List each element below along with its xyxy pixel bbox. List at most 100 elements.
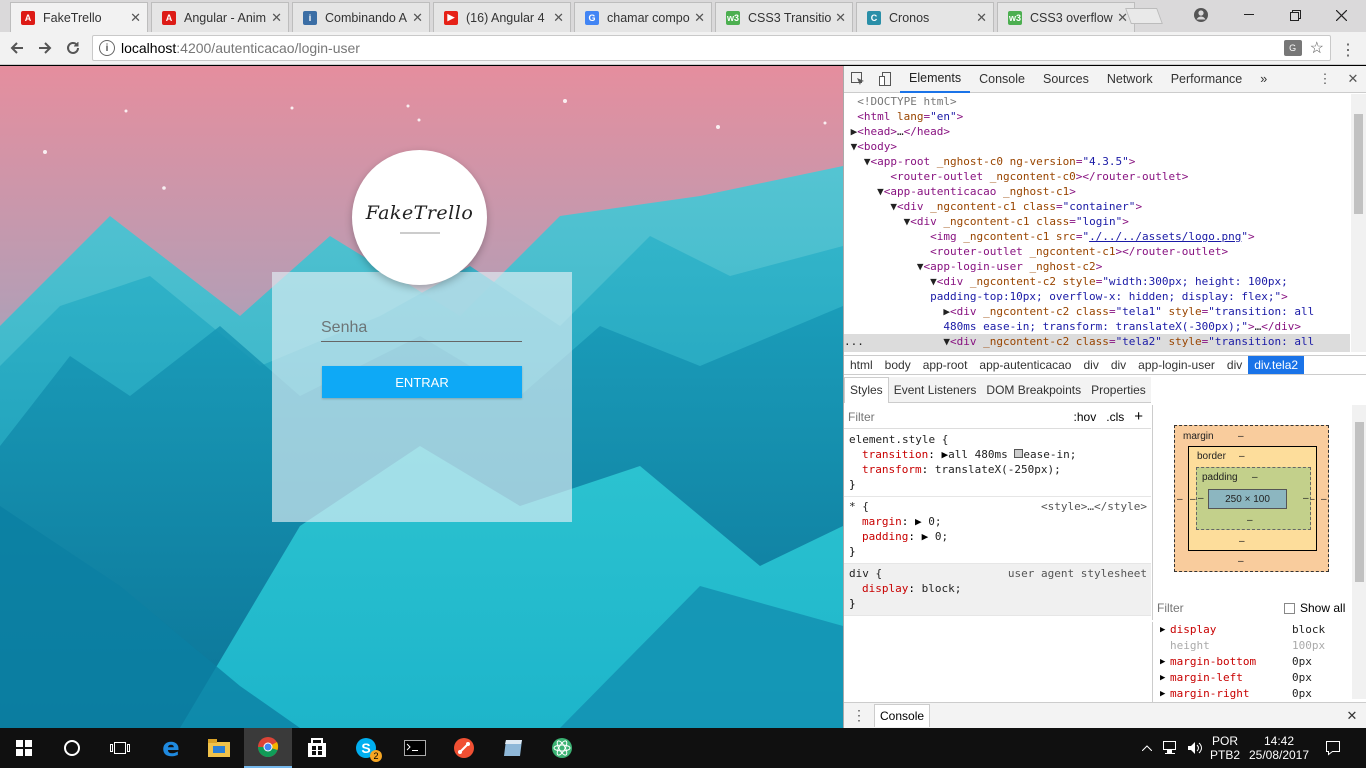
close-tab-icon[interactable]: ✕ <box>412 10 423 26</box>
prop-name[interactable]: padding <box>862 530 908 543</box>
file-explorer-icon[interactable] <box>195 728 243 768</box>
dom-node[interactable]: <router-outlet _ngcontent-c1></router-ou… <box>844 244 1350 259</box>
dom-node-selected[interactable]: 480ms ease-in; transform: translateX(-25… <box>844 349 1350 352</box>
expand-arrow-icon[interactable]: ▶ <box>915 515 922 528</box>
inspect-element-icon[interactable] <box>844 66 872 93</box>
windows-start-icon[interactable] <box>0 728 48 768</box>
breadcrumb-item[interactable]: div <box>1105 356 1132 374</box>
dom-tree[interactable]: <!DOCTYPE html> <html lang="en"> ▶<head>… <box>844 94 1350 352</box>
dom-node[interactable]: ▼<app-login-user _nghost-c2> <box>844 259 1350 274</box>
dom-node[interactable]: ▼<div _ngcontent-c1 class="container"> <box>844 199 1350 214</box>
browser-tab[interactable]: C Cronos ✕ <box>856 2 994 32</box>
prop-name[interactable]: transform <box>862 463 922 476</box>
tab-dom-breakpoints[interactable]: DOM Breakpoints <box>981 377 1086 403</box>
atom-icon[interactable] <box>538 728 586 768</box>
breadcrumb-item[interactable]: app-login-user <box>1132 356 1221 374</box>
volume-icon[interactable] <box>1184 728 1206 768</box>
forward-arrow-icon[interactable] <box>34 37 56 59</box>
prop-name[interactable]: margin <box>862 515 902 528</box>
devtools-tab-console[interactable]: Console <box>970 66 1034 93</box>
reload-icon[interactable] <box>62 37 84 59</box>
terminal-icon[interactable] <box>391 728 439 768</box>
dom-node[interactable]: ▶<div _ngcontent-c2 class="tela1" style=… <box>844 304 1350 319</box>
expand-arrow-icon[interactable]: ▶ <box>1160 670 1170 686</box>
address-bar[interactable]: i localhost:4200/autenticacao/login-user… <box>92 35 1331 61</box>
prop-value[interactable]: ease-in; <box>1023 448 1076 461</box>
clock[interactable]: 14:42 25/08/2017 <box>1246 728 1312 768</box>
dom-node[interactable]: ▶<head>…</head> <box>844 124 1350 139</box>
prop-name[interactable]: transition <box>862 448 928 461</box>
breadcrumb-item[interactable]: app-root <box>917 356 974 374</box>
close-drawer-icon[interactable]: ✕ <box>1337 708 1366 724</box>
hov-toggle[interactable]: :hov <box>1074 410 1097 424</box>
action-center-icon[interactable] <box>1318 728 1348 768</box>
computed-property-row[interactable]: ▶ margin-bottom 0px <box>1153 654 1352 670</box>
star-icon[interactable]: ☆ <box>1310 38 1324 58</box>
tab-event-listeners[interactable]: Event Listeners <box>889 377 982 403</box>
dom-node[interactable]: ▼<app-autenticacao _nghost-c1> <box>844 184 1350 199</box>
dom-node[interactable]: padding-top:10px; overflow-x: hidden; di… <box>844 289 1350 304</box>
git-icon[interactable] <box>440 728 488 768</box>
restore-icon[interactable] <box>1272 0 1318 30</box>
devtools-menu-icon[interactable]: ⋮ <box>1311 66 1339 93</box>
computed-property-row[interactable]: height 100px <box>1153 638 1352 654</box>
dom-node[interactable]: ▼<div _ngcontent-c1 class="login"> <box>844 214 1350 229</box>
dom-node[interactable]: ▼<app-root _nghost-c0 ng-version="4.3.5"… <box>844 154 1350 169</box>
dom-scrollbar[interactable] <box>1351 94 1366 352</box>
cortana-icon[interactable] <box>48 728 96 768</box>
tab-properties[interactable]: Properties <box>1086 377 1151 403</box>
prop-value[interactable]: 0; <box>928 515 941 528</box>
new-tab-button[interactable] <box>1125 8 1163 24</box>
prop-value[interactable]: 0; <box>935 530 948 543</box>
add-rule-icon[interactable]: + <box>1134 408 1143 425</box>
close-tab-icon[interactable]: ✕ <box>553 10 564 26</box>
close-tab-icon[interactable]: ✕ <box>694 10 705 26</box>
show-all-checkbox[interactable] <box>1284 602 1295 614</box>
password-input[interactable] <box>321 310 522 342</box>
browser-tab[interactable]: ▶ (16) Angular 4 ✕ <box>433 2 571 32</box>
chrome-menu-icon[interactable]: ⋮ <box>1340 40 1356 60</box>
dom-node[interactable]: <!DOCTYPE html> <box>844 94 1350 109</box>
dom-node[interactable]: ▼<div _ngcontent-c2 style="width:300px; … <box>844 274 1350 289</box>
breadcrumb-item[interactable]: div <box>1077 356 1104 374</box>
styles-filter-input[interactable] <box>848 409 1074 424</box>
tray-chevron-icon[interactable] <box>1138 728 1156 768</box>
network-icon[interactable] <box>1160 728 1182 768</box>
input-language[interactable]: POR PTB2 <box>1208 728 1242 768</box>
box-model-content[interactable]: 250 × 100 <box>1208 489 1287 509</box>
close-devtools-icon[interactable]: ✕ <box>1339 66 1366 93</box>
dom-node-selected[interactable]: ... ▼<div _ngcontent-c2 class="tela2" st… <box>844 334 1350 349</box>
dom-node[interactable]: <router-outlet _ngcontent-c0></router-ou… <box>844 169 1350 184</box>
easing-icon[interactable] <box>1014 449 1024 458</box>
prop-value[interactable]: all 480ms <box>948 448 1008 461</box>
styles-scrollbar[interactable] <box>1352 405 1366 699</box>
notes-app-icon[interactable] <box>489 728 537 768</box>
close-tab-icon[interactable]: ✕ <box>271 10 282 26</box>
expand-arrow-icon[interactable]: ▶ <box>1160 654 1170 670</box>
browser-tab[interactable]: A Angular - Anim ✕ <box>151 2 289 32</box>
tab-styles[interactable]: Styles <box>844 376 889 403</box>
store-icon[interactable] <box>293 728 341 768</box>
browser-tab[interactable]: w3 CSS3 overflow ✕ <box>997 2 1135 32</box>
devtools-tab-network[interactable]: Network <box>1098 66 1162 93</box>
breadcrumb-item[interactable]: body <box>879 356 917 374</box>
device-toolbar-icon[interactable] <box>872 66 900 93</box>
breadcrumb-item[interactable]: div.tela2 <box>1248 356 1305 374</box>
dom-node[interactable]: 480ms ease-in; transform: translateX(-30… <box>844 319 1350 334</box>
browser-tab[interactable]: A FakeTrello ✕ <box>10 2 148 32</box>
translate-icon[interactable]: G <box>1283 40 1302 56</box>
expand-arrow-icon[interactable]: ▶ <box>1160 686 1170 702</box>
rule-origin[interactable]: <style>…</style> <box>1041 499 1147 514</box>
browser-tab[interactable]: i Combinando A ✕ <box>292 2 430 32</box>
breadcrumb-item[interactable]: app-autenticacao <box>973 356 1077 374</box>
computed-property-row[interactable]: ▶ margin-right 0px <box>1153 686 1352 702</box>
expand-arrow-icon[interactable]: ▶ <box>922 530 929 543</box>
drawer-tab-console[interactable]: Console <box>874 704 931 727</box>
dom-node[interactable]: ▼<body> <box>844 139 1350 154</box>
chrome-icon[interactable] <box>244 728 292 768</box>
profile-icon[interactable] <box>1178 0 1224 30</box>
browser-tab[interactable]: w3 CSS3 Transitio ✕ <box>715 2 853 32</box>
cls-toggle[interactable]: .cls <box>1106 410 1124 424</box>
task-view-icon[interactable] <box>96 728 144 768</box>
expand-arrow-icon[interactable]: ▶ <box>1160 622 1170 638</box>
